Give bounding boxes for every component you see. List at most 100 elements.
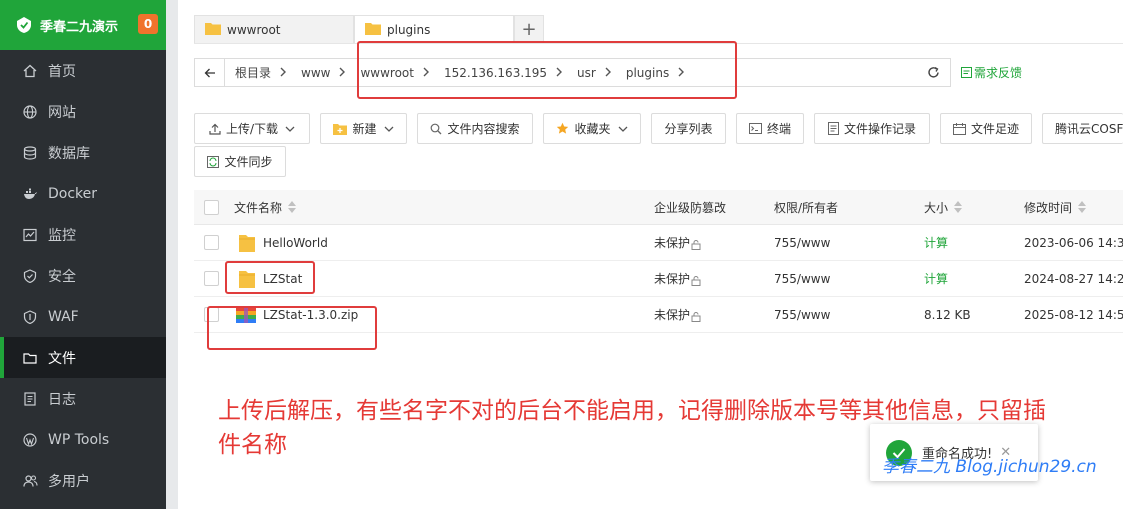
breadcrumb-item[interactable]: www — [291, 66, 334, 80]
tab-label: wwwroot — [227, 22, 281, 37]
file-operation-log-button[interactable]: 文件操作记录 — [814, 113, 930, 144]
new-button[interactable]: 新建 — [320, 113, 407, 144]
file-sync-button[interactable]: 文件同步 — [194, 146, 286, 177]
sidebar-item-label: 网站 — [48, 104, 76, 121]
sidebar-item-waf[interactable]: WAF — [0, 296, 166, 337]
protect-status[interactable]: 未保护 — [654, 225, 701, 260]
share-list-button[interactable]: 分享列表 — [651, 113, 726, 144]
lock-icon — [691, 275, 701, 286]
sidebar-item-security[interactable]: 安全 — [0, 255, 166, 296]
highlight-zip-box — [207, 306, 377, 350]
refresh-button[interactable] — [917, 58, 951, 87]
sidebar-item-label: WAF — [48, 308, 79, 325]
column-size-header[interactable]: 大小 — [924, 190, 963, 224]
chevron-right-icon — [334, 66, 350, 80]
arrow-left-icon — [204, 68, 215, 77]
brand[interactable]: 季春二九演示 0 — [0, 0, 166, 50]
terminal-icon — [748, 123, 762, 134]
size-calc-link[interactable]: 计算 — [924, 261, 948, 296]
sync-icon — [207, 155, 220, 168]
add-tab-button[interactable]: + — [514, 15, 544, 43]
sidebar-item-users[interactable]: 多用户 — [0, 460, 166, 501]
lock-icon — [691, 239, 701, 250]
protect-status[interactable]: 未保护 — [654, 261, 701, 296]
header-label: 企业级防篡改 — [654, 200, 727, 215]
terminal-button[interactable]: 终端 — [736, 113, 804, 144]
column-mtime-header[interactable]: 修改时间 — [1024, 190, 1087, 224]
sidebar-item-files[interactable]: 文件 — [0, 337, 166, 378]
folder-icon — [238, 225, 256, 260]
table-row[interactable]: HelloWorld 未保护 755/www 计算 2023-06-06 14:… — [194, 225, 1123, 261]
feedback-icon — [961, 67, 972, 78]
shield-icon — [22, 268, 38, 284]
button-label: 收藏夹 — [574, 122, 611, 136]
button-label: 终端 — [766, 122, 791, 136]
folder-icon — [365, 22, 381, 38]
button-label: 文件操作记录 — [843, 122, 916, 136]
header-label: 文件名称 — [234, 200, 283, 215]
protect-status[interactable]: 未保护 — [654, 297, 701, 332]
watermark: 季春二九 Blog.jichun29.cn — [882, 457, 1097, 477]
chevron-down-icon — [384, 126, 393, 132]
tencent-cos-button[interactable]: 腾讯云COSF — [1042, 113, 1123, 144]
star-icon — [557, 122, 569, 134]
waf-icon — [22, 309, 38, 325]
sidebar-item-home[interactable]: 首页 — [0, 50, 166, 91]
modified-time: 2025-08-12 14:56 — [1024, 307, 1123, 322]
logo-icon — [14, 15, 34, 35]
sidebar-item-label: 文件 — [48, 350, 76, 367]
permission[interactable]: 755/www — [774, 225, 830, 260]
sidebar-item-wp-tools[interactable]: WP Tools — [0, 419, 166, 460]
header-label: 修改时间 — [1024, 200, 1073, 215]
sort-icon — [288, 201, 297, 213]
monitor-icon — [22, 227, 38, 243]
sidebar-item-docker[interactable]: Docker — [0, 173, 166, 214]
modified-time: 2024-08-27 14:21 — [1024, 271, 1123, 286]
tab-wwwroot[interactable]: wwwroot — [194, 15, 354, 43]
sidebar-item-logs[interactable]: 日志 — [0, 378, 166, 419]
breadcrumb-item[interactable]: 根目录 — [225, 64, 275, 81]
divider — [166, 0, 178, 509]
sort-icon — [954, 201, 963, 213]
refresh-icon — [928, 66, 939, 78]
row-checkbox[interactable] — [204, 261, 219, 296]
docker-icon — [22, 186, 38, 202]
sidebar-item-websites[interactable]: 网站 — [0, 91, 166, 132]
calendar-icon — [952, 122, 966, 135]
select-all-checkbox[interactable] — [204, 190, 219, 224]
feedback-link[interactable]: 需求反馈 — [961, 64, 1022, 81]
file-name[interactable]: HelloWorld — [263, 225, 328, 260]
upload-download-button[interactable]: 上传/下载 — [194, 113, 310, 144]
upload-icon — [209, 123, 221, 135]
sidebar-item-label: 数据库 — [48, 145, 90, 162]
column-name-header[interactable]: 文件名称 — [234, 190, 297, 224]
table-row[interactable]: LZStat 未保护 755/www 计算 2024-08-27 14:21 — [194, 261, 1123, 297]
file-size: 8.12 KB — [924, 307, 971, 322]
row-checkbox[interactable] — [204, 225, 219, 260]
column-permission-header: 权限/所有者 — [774, 190, 838, 224]
sidebar-item-database[interactable]: 数据库 — [0, 132, 166, 173]
sidebar-item-label: 多用户 — [48, 473, 90, 490]
sidebar-item-label: 首页 — [48, 63, 76, 80]
tab-label: plugins — [387, 22, 431, 37]
content-search-button[interactable]: 文件内容搜索 — [417, 113, 533, 144]
button-label: 分享列表 — [664, 122, 713, 136]
globe-icon — [22, 104, 38, 120]
log-icon — [827, 122, 839, 135]
permission[interactable]: 755/www — [774, 261, 830, 296]
tab-plugins[interactable]: plugins — [354, 15, 514, 43]
modified-time: 2023-06-06 14:37 — [1024, 235, 1123, 250]
notification-badge[interactable]: 0 — [138, 14, 158, 34]
size-calc-link[interactable]: 计算 — [924, 225, 948, 260]
permission[interactable]: 755/www — [774, 297, 830, 332]
plus-icon: + — [521, 19, 537, 40]
folder-icon — [205, 22, 221, 38]
sidebar-item-label: 日志 — [48, 391, 76, 408]
protect-label: 未保护 — [654, 308, 691, 322]
wordpress-icon — [22, 432, 38, 448]
folder-icon — [22, 350, 38, 366]
file-footprint-button[interactable]: 文件足迹 — [940, 113, 1032, 144]
back-button[interactable] — [195, 59, 225, 86]
favorites-button[interactable]: 收藏夹 — [543, 113, 641, 144]
sidebar-item-monitor[interactable]: 监控 — [0, 214, 166, 255]
